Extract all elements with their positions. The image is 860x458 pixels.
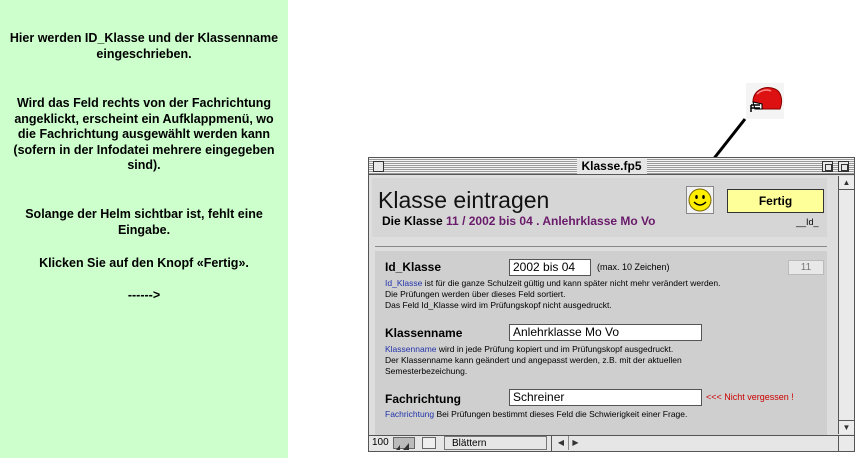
klassenname-label: Klassenname [385,326,463,340]
scroll-left-arrow-icon[interactable]: ◀ [554,436,568,450]
form-area: Id_Klasse 2002 bis 04 (max. 10 Zeichen) … [375,251,827,435]
fachrichtung-label: Fachrichtung [385,392,462,406]
id-klasse-note: (max. 10 Zeichen) [597,262,670,272]
class-summary-label: Die Klasse [382,214,443,228]
status-bar: 100 Blättern ◀ ▶ [369,435,854,451]
help-arrow: ------> [127,288,161,302]
klassenname-help-line2: Der Klassenname kann geändert und angepa… [385,355,682,365]
resize-grip-icon[interactable] [838,436,854,451]
id-klasse-help-link[interactable]: Id_Klasse [385,278,422,288]
status-area-toggle-icon[interactable] [422,437,436,449]
klassenname-help-line1: wird in jede Prüfung kopiert und im Prüf… [436,344,674,354]
window-title: Klasse.fp5 [576,159,647,174]
help-text-intro: Hier werden ID_Klasse und der Klassennam… [9,31,279,61]
close-box[interactable] [373,161,384,172]
class-summary-value: 11 / 2002 bis 04 . Anlehrklasse Mo Vo [446,214,656,228]
fachrichtung-help-link[interactable]: Fachrichtung [385,409,434,419]
klassenname-help-line3: Semesterbezeichung. [385,366,468,376]
fachrichtung-help: Fachrichtung Bei Prüfungen bestimmt dies… [385,409,687,420]
help-text-helmet: Solange der Helm sichtbar ist, fehlt ein… [25,207,263,237]
id-klasse-counter: 11 [788,260,824,275]
layout-title: Klasse eintragen [378,187,550,213]
done-button[interactable]: Fertig [727,189,824,213]
id-klasse-input[interactable]: 2002 bis 04 [509,259,591,276]
id-klasse-help-line2: Die Prüfungen werden über dieses Feld so… [385,289,566,299]
help-text-fachrichtung: Wird das Feld rechts von der Fachrichtun… [13,96,275,172]
fachrichtung-input[interactable]: Schreiner [509,389,702,406]
scroll-down-arrow-icon[interactable]: ▼ [839,420,854,434]
layout-header: Klasse eintragen Fertig [372,178,827,237]
klassenname-input[interactable]: Anlehrklasse Mo Vo [509,324,702,341]
id-klasse-help-line1: ist für die ganze Schulzeit gültig und k… [422,278,721,288]
help-text-click-done: Klicken Sie auf den Knopf «Fertig». [39,256,249,270]
id-klasse-help-line3: Das Feld Id_Klasse wird im Prüfungskopf … [385,300,612,310]
collapse-box[interactable] [838,161,849,172]
scroll-right-arrow-icon[interactable]: ▶ [568,436,582,450]
helmet-icon [745,82,785,120]
filemaker-window: Klasse.fp5 Klasse eintragen Fertig Die K… [368,157,855,452]
id-marker: __Id_ [796,217,819,227]
scroll-up-arrow-icon[interactable]: ▲ [839,176,854,190]
fachrichtung-help-line1: Bei Prüfungen bestimmt dieses Feld die S… [434,409,688,419]
id-klasse-label: Id_Klasse [385,260,442,274]
mode-selector[interactable]: Blättern [444,436,547,450]
help-panel: Hier werden ID_Klasse und der Klassennam… [0,0,288,458]
klassenname-help-link[interactable]: Klassenname [385,344,437,354]
klassenname-help: Klassenname wird in jede Prüfung kopiert… [385,344,682,377]
horizontal-scrollbar[interactable]: ◀ ▶ [551,436,837,451]
zoom-control-icon[interactable] [393,437,415,450]
zoom-level: 100 [372,437,389,448]
separator [375,246,827,247]
class-summary: Die Klasse 11 / 2002 bis 04 . Anlehrklas… [382,214,655,228]
id-klasse-help: Id_Klasse ist für die ganze Schulzeit gü… [385,278,720,311]
fachrichtung-required-note: <<< Nicht vergessen ! [706,392,794,402]
smiley-icon [686,186,714,214]
vertical-scrollbar[interactable]: ▲ ▼ [838,176,854,434]
zoom-box[interactable] [822,161,833,172]
window-titlebar[interactable]: Klasse.fp5 [369,158,854,175]
